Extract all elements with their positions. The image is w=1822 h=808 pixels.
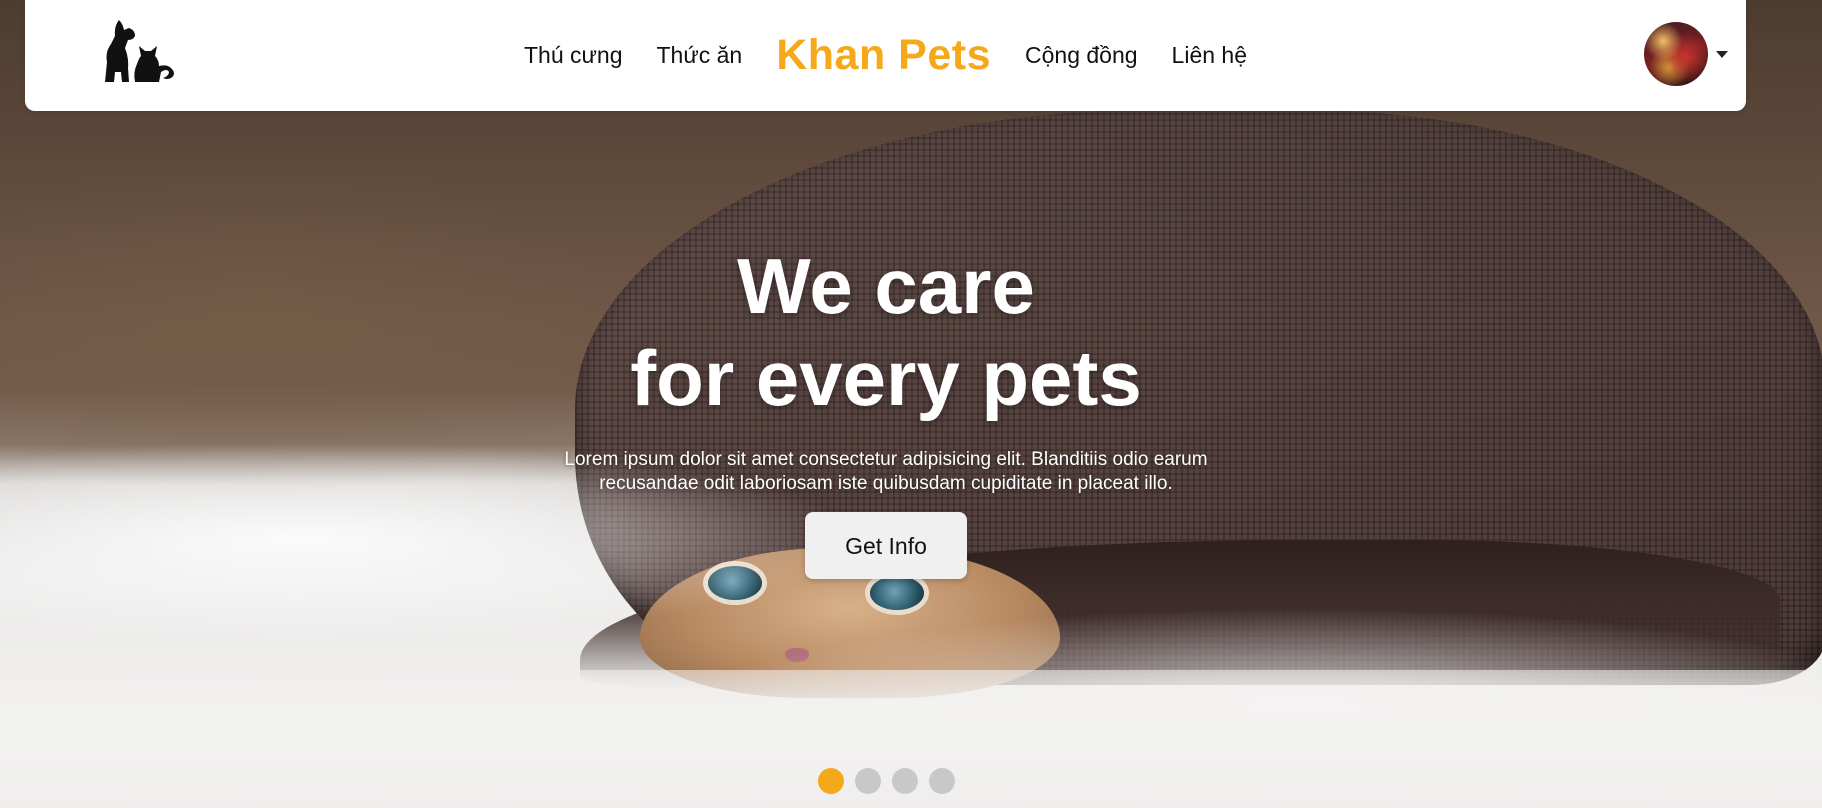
user-avatar[interactable] <box>1644 22 1708 86</box>
page: Thú cưng Thức ăn Khan Pets Cộng đồng Liê… <box>0 0 1822 808</box>
nav-link-community[interactable]: Cộng đồng <box>1008 44 1155 67</box>
nav-link-pets[interactable]: Thú cưng <box>507 44 640 67</box>
carousel-dot-2[interactable] <box>854 768 881 794</box>
hero-title: We care for every pets <box>0 240 1772 424</box>
brand-title[interactable]: Khan Pets <box>759 34 1008 77</box>
nav-menu: Thú cưng Thức ăn Khan Pets Cộng đồng Liê… <box>25 0 1746 111</box>
carousel-indicators <box>0 768 1772 794</box>
hero-description: Lorem ipsum dolor sit amet consectetur a… <box>564 449 1208 494</box>
chevron-down-icon[interactable] <box>1716 50 1728 58</box>
navbar: Thú cưng Thức ăn Khan Pets Cộng đồng Liê… <box>25 0 1746 111</box>
user-menu[interactable] <box>1644 22 1728 86</box>
carousel-dot-3[interactable] <box>891 768 918 794</box>
carousel-dot-1[interactable] <box>817 768 844 794</box>
nav-link-food[interactable]: Thức ăn <box>640 44 760 67</box>
hero-title-line2: for every pets <box>630 334 1142 422</box>
hero-title-line1: We care <box>737 242 1035 330</box>
get-info-button[interactable]: Get Info <box>805 512 967 579</box>
carousel-dot-4[interactable] <box>928 768 955 794</box>
hero-content: We care for every pets Lorem ipsum dolor… <box>0 240 1772 579</box>
nav-link-contact[interactable]: Liên hệ <box>1155 44 1264 67</box>
